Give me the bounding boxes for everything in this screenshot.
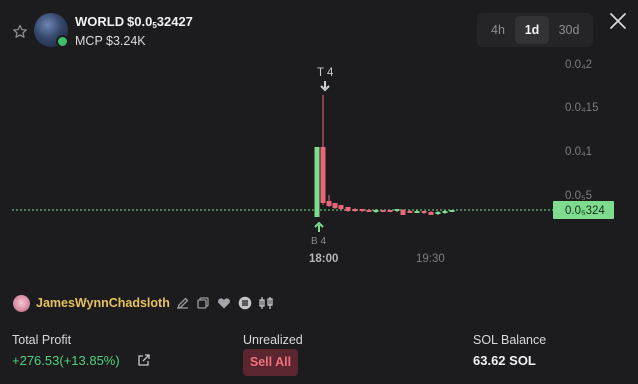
total-profit-label: Total Profit [12,333,72,347]
tab-30d[interactable]: 30d [552,16,586,44]
candle [326,201,332,206]
candle [435,212,441,214]
edit-icon[interactable] [176,296,192,312]
bottom-marker-arrow-icon [314,221,324,232]
candles-group [314,95,455,217]
y-tick-label: 0.0₅5 [565,190,592,202]
candle [414,211,420,213]
candle [407,211,413,213]
user-name[interactable]: JamesWynnChadsloth [36,296,170,310]
candle [332,203,338,208]
candle [387,210,393,212]
y-tick-label: 0.0₄2 [565,59,592,71]
candle [394,209,400,211]
sol-balance-label: SOL Balance [473,333,547,347]
market-cap: MCP $3.24K [75,34,146,48]
candle [380,210,386,212]
list-icon[interactable] [238,296,254,312]
x-tick-label: 19:30 [416,253,445,265]
y-tick-label: 0.0₄1 [565,146,592,158]
candle [314,147,320,217]
candle [352,209,358,211]
star-icon[interactable] [12,24,28,40]
verified-badge-icon [56,35,69,48]
close-icon[interactable] [606,10,630,34]
top-marker-arrow-icon [320,81,330,92]
tab-1d[interactable]: 1d [515,16,549,44]
candle [442,211,448,213]
candle [345,207,351,211]
candle [366,210,372,212]
candle [428,212,434,215]
top-marker-label: T 4 [317,67,334,79]
user-avatar [13,295,30,312]
candle [338,205,344,209]
token-name: WORLD [75,14,125,29]
sol-balance-value: 63.62 SOL [473,353,536,368]
y-tick-label: 0.0₄15 [565,102,598,114]
candle [421,211,427,213]
sell-all-button[interactable]: Sell All [243,349,298,376]
candle [449,210,455,212]
candle [320,147,326,203]
price-chart[interactable]: 0.0₄2 0.0₄15 0.0₄1 0.0₅5 0.0₅324 T 4 B 4… [0,55,638,270]
token-price: $0.0532427 [127,14,193,30]
candle [359,209,365,211]
external-link-icon[interactable] [137,353,151,367]
tab-4h[interactable]: 4h [481,16,515,44]
copy-icon[interactable] [196,296,212,312]
heart-icon[interactable] [217,296,233,312]
total-profit-value: +276.53(+13.85%) [12,353,120,368]
x-tick-label: 18:00 [309,253,338,265]
bottom-marker-label: B 4 [311,236,326,247]
candles-icon[interactable] [258,296,274,312]
candle [400,210,406,215]
candle [373,210,379,212]
current-price-label: 0.0₅324 [565,205,605,217]
unrealized-label: Unrealized [243,333,303,347]
